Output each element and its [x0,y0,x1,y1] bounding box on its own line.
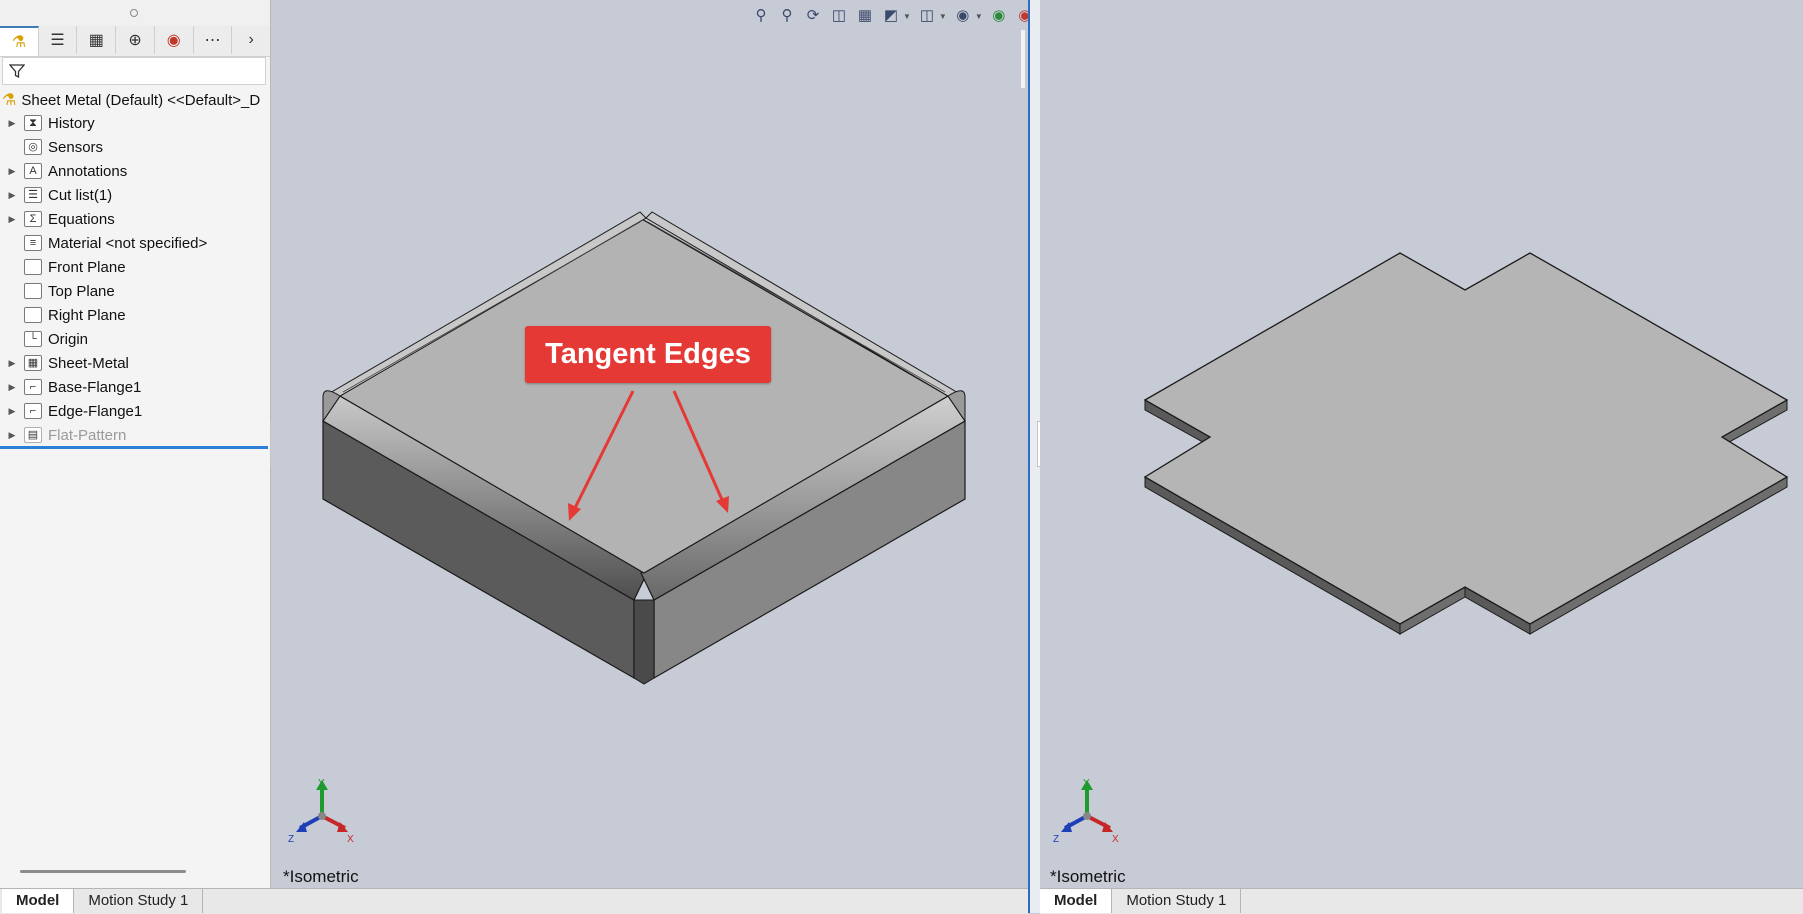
tree-node-label: Sheet-Metal [48,354,129,372]
expand-arrow-icon[interactable]: ▶ [0,358,24,369]
feature-tree: ▶ ⧗ History ◎ Sensors ▶ A Annotations ▶ ☰ Cut list… [0,111,270,447]
tab-motion-study-1[interactable]: Motion Study 1 [1112,889,1242,913]
expand-arrow-icon[interactable]: ▶ [0,214,24,225]
expand-arrow-icon[interactable]: ▶ [0,430,24,441]
history-icon: ⧗ [24,115,42,131]
expand-arrow-icon[interactable]: ▶ [0,118,24,129]
tab-feature-tree[interactable]: ⚗ [0,26,39,56]
tree-node-label: Top Plane [48,282,115,300]
feature-manager-panel: ⚗ ☰ ▦ ⊕ ◉ ⋯ › ⚗ Sheet Metal (Default) <<… [0,0,271,913]
edge-flange-icon: ⌐ [24,403,42,419]
tree-node[interactable]: ▶ ⌐ Base-Flange1 [0,375,270,399]
tab-more[interactable]: ⋯ [194,26,233,54]
tree-node-label: Cut list(1) [48,186,113,204]
equations-icon: Σ [24,211,42,227]
filter-icon [9,64,25,79]
plane-icon [24,307,42,323]
part-icon: ⚗ [11,34,27,51]
triad-y-label: Y [1083,778,1090,789]
sensors-icon: ◎ [24,139,42,155]
tree-node-label: Right Plane [48,306,126,324]
sheet-metal-box-model[interactable] [271,0,1028,888]
chevron-right-icon: › [248,31,254,48]
view-orientation-label: *Isometric [1050,867,1126,886]
tree-node-label: Annotations [48,162,128,180]
tree-node-label: Base-Flange1 [48,378,142,396]
tab-scroll-right[interactable]: › [232,26,270,54]
tree-node[interactable]: ▶ ▦ Sheet-Metal [0,351,270,375]
coordinate-triad: Y X Z [1053,778,1119,845]
expand-arrow-icon[interactable]: ▶ [0,382,24,393]
base-flange-icon: ⌐ [24,379,42,395]
grip-dot-icon [130,9,138,17]
triad-y-label: Y [318,778,325,789]
tree-node[interactable]: ▶ ▤ Flat-Pattern [0,423,270,447]
tree-node-label: Flat-Pattern [48,426,127,444]
tree-node[interactable]: ▶ ⧗ History [0,111,270,135]
plane-icon [24,259,42,275]
feature-manager-tabs: ⚗ ☰ ▦ ⊕ ◉ ⋯ › [0,26,270,57]
coordinate-triad: Y X Z [288,778,354,845]
tangent-edges-callout: Tangent Edges [525,326,771,383]
sheet-metal-icon: ▦ [24,355,42,371]
origin-icon: └ [24,331,42,347]
appearance-icon: ◉ [166,32,181,49]
configuration-icon: ⊕ [128,32,142,49]
tree-node-label: Front Plane [48,258,126,276]
tree-node[interactable]: ▶ ☰ Cut list(1) [0,183,270,207]
tab-configuration-manager[interactable]: ▦ [77,26,117,54]
tree-node[interactable]: ≡ Material <not specified> [0,231,270,255]
tab-dimxpert[interactable]: ⊕ [116,26,155,54]
flat-pattern-model[interactable] [1040,0,1803,888]
tree-filter-input[interactable] [2,57,266,85]
bottom-tabs-right: Model Motion Study 1 [1040,888,1803,914]
expand-arrow-icon[interactable]: ▶ [0,166,24,177]
tab-model[interactable]: Model [1040,889,1113,913]
expand-arrow-icon[interactable]: ▶ [0,190,24,201]
tab-model[interactable]: Model [2,889,75,913]
tree-node[interactable]: └ Origin [0,327,270,351]
rollback-bar[interactable] [0,446,268,449]
more-icon: ⋯ [204,32,221,49]
tree-node[interactable]: ▶ ⌐ Edge-Flange1 [0,399,270,423]
tree-node-label: Sensors [48,138,104,156]
triad-z-label: Z [288,834,294,845]
triad-x-label: X [347,834,354,845]
triad-z-label: Z [1053,834,1059,845]
tree-node[interactable]: Right Plane [0,303,270,327]
tree-node[interactable]: Front Plane [0,255,270,279]
tree-node[interactable]: ◎ Sensors [0,135,270,159]
tree-node[interactable]: ▶ Σ Equations [0,207,270,231]
tab-property-manager[interactable]: ☰ [39,26,78,54]
tree-node[interactable]: Top Plane [0,279,270,303]
property-manager-icon: ▦ [88,32,104,49]
part-icon: ⚗ [2,92,17,109]
expand-arrow-icon[interactable]: ▶ [0,406,24,417]
flat-pattern-icon: ▤ [24,427,42,443]
tree-node[interactable]: ▶ A Annotations [0,159,270,183]
cut-list-icon: ☰ [24,187,42,203]
view-orientation-label: *Isometric [283,867,359,886]
bottom-tabs-left: Model Motion Study 1 [0,888,1028,914]
panel-grip[interactable] [0,0,270,27]
tree-root-part[interactable]: ⚗ Sheet Metal (Default) <<Default>_D [2,89,260,111]
root-label: Sheet Metal (Default) <<Default>_D [21,91,261,109]
tree-node-label: Origin [48,330,89,348]
tab-display-manager[interactable]: ◉ [155,26,194,54]
material-icon: ≡ [24,235,42,251]
graphics-viewport-right[interactable]: Y X Z *Isometric [1040,0,1803,888]
horizontal-scrollbar[interactable] [20,870,186,873]
graphics-viewport-left[interactable]: ⚲ ⚲ ⟳ ◫ ▦ ◩▼ ◫▼ ◉▼ ◉ ◉▼ ▭▼ [271,0,1028,888]
tree-node-label: History [48,114,95,132]
plane-icon [24,283,42,299]
feature-tree-icon: ☰ [50,32,65,49]
annotations-icon: A [24,163,42,179]
triad-x-label: X [1112,834,1119,845]
tree-node-label: Edge-Flange1 [48,402,143,420]
tree-node-label: Equations [48,210,115,228]
tab-motion-study-1[interactable]: Motion Study 1 [74,889,204,913]
tree-node-label: Material <not specified> [48,234,208,252]
